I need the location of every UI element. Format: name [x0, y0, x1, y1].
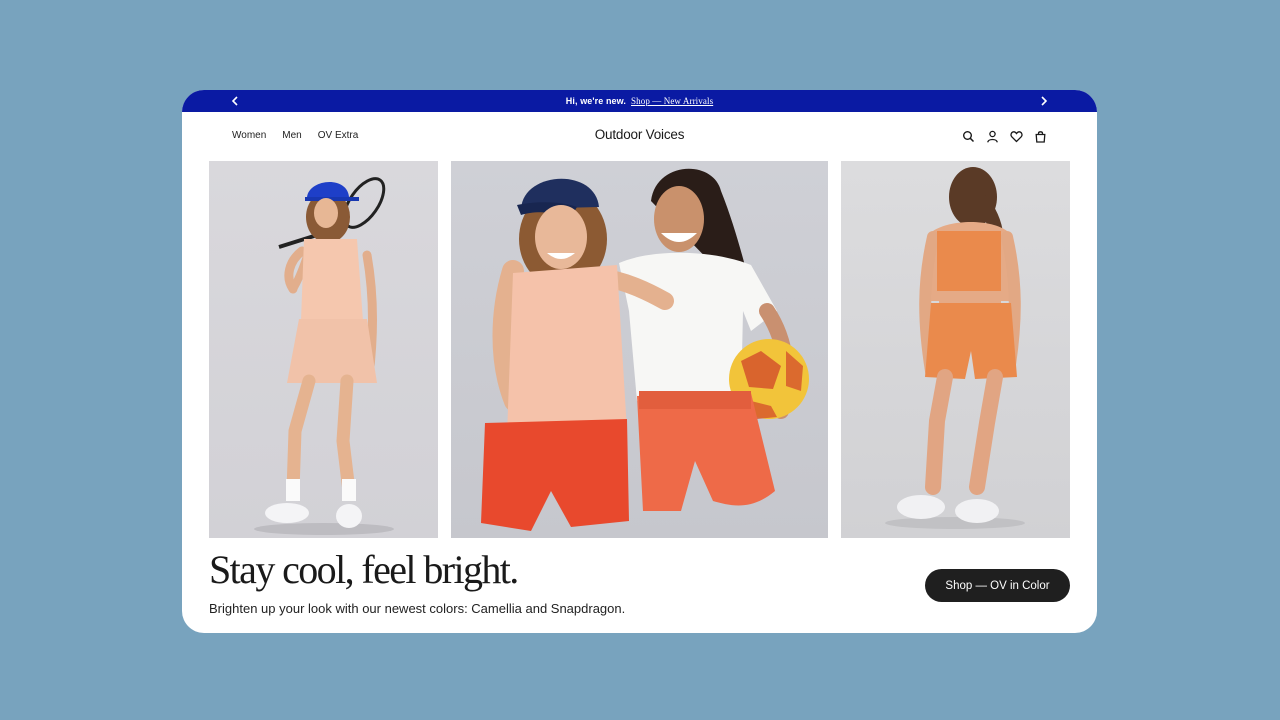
promo-bar: Hi, we're new. Shop — New Arrivals	[182, 90, 1097, 112]
promo-message: Hi, we're new. Shop — New Arrivals	[182, 90, 1097, 112]
browser-window: Hi, we're new. Shop — New Arrivals Women…	[182, 90, 1097, 633]
account-icon[interactable]	[986, 130, 999, 143]
top-nav: Women Men OV Extra Outdoor Voices	[182, 112, 1097, 160]
search-icon[interactable]	[962, 130, 975, 143]
promo-next-button[interactable]	[1033, 90, 1055, 112]
brand-logo[interactable]: Outdoor Voices	[182, 127, 1097, 142]
hero-headline: Stay cool, feel bright.	[209, 547, 519, 592]
soccer-duo-photo[interactable]	[451, 161, 828, 538]
hero-subheadline: Brighten up your look with our newest co…	[209, 601, 626, 616]
chevron-right-icon	[1041, 96, 1048, 106]
shopping-bag-icon[interactable]	[1034, 130, 1047, 143]
bike-short-back-photo[interactable]	[841, 161, 1070, 538]
promo-link[interactable]: Shop — New Arrivals	[631, 96, 713, 106]
promo-lead-text: Hi, we're new.	[565, 96, 627, 106]
shop-ov-in-color-button[interactable]: Shop — OV in Color	[925, 569, 1070, 602]
nav-icons	[962, 130, 1047, 143]
tennis-outfit-photo[interactable]	[209, 161, 438, 538]
wishlist-heart-icon[interactable]	[1010, 130, 1023, 143]
